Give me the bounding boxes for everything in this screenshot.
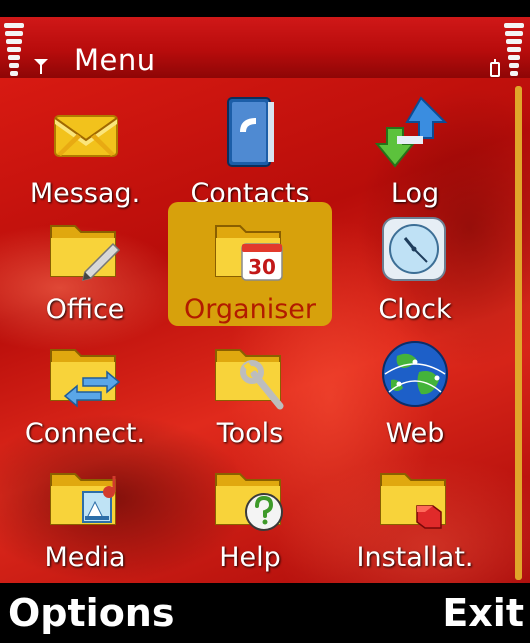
tools-folder-icon — [210, 334, 290, 414]
media-folder-icon — [45, 458, 125, 538]
menu-item-label: Tools — [216, 418, 284, 449]
app-grid: Messag. Contacts Log Office 30 Organiser… — [0, 78, 530, 583]
menu-item-tools[interactable]: Tools — [168, 326, 332, 450]
phone-screen: Menu Messag. Contacts Log Office 30 Orga… — [0, 0, 530, 643]
organiser-folder-icon: 30 — [210, 210, 290, 290]
menu-item-label: Web — [385, 418, 445, 449]
scrollbar[interactable] — [515, 86, 522, 580]
menu-item-label: Help — [219, 542, 281, 573]
top-black-bar — [0, 0, 530, 17]
scrollbar-thumb[interactable] — [515, 86, 522, 580]
menu-item-label: Clock — [378, 294, 452, 325]
menu-item-office[interactable]: Office — [3, 202, 167, 326]
softkey-bar: Options Exit — [0, 583, 530, 643]
menu-item-installations[interactable]: Installat. — [333, 450, 497, 574]
exit-softkey[interactable]: Exit — [442, 591, 524, 635]
menu-item-help[interactable]: Help — [168, 450, 332, 574]
menu-item-log[interactable]: Log — [333, 86, 497, 210]
menu-item-web[interactable]: Web — [333, 326, 497, 450]
menu-item-contacts[interactable]: Contacts — [168, 86, 332, 210]
menu-item-clock[interactable]: Clock — [333, 202, 497, 326]
menu-item-organiser[interactable]: 30 Organiser — [168, 202, 332, 326]
globe-icon — [375, 334, 455, 414]
installations-folder-icon — [375, 458, 455, 538]
office-folder-icon — [45, 210, 125, 290]
menu-item-label: Office — [45, 294, 125, 325]
battery-icon — [490, 59, 500, 77]
battery-level-icon — [502, 23, 524, 79]
menu-item-media[interactable]: Media — [3, 450, 167, 574]
calendar-day-text: 30 — [248, 255, 276, 279]
options-softkey[interactable]: Options — [8, 591, 174, 635]
connectivity-folder-icon — [45, 334, 125, 414]
help-folder-icon — [210, 458, 290, 538]
menu-item-label: Connect. — [24, 418, 146, 449]
antenna-icon — [34, 59, 48, 75]
menu-item-messaging[interactable]: Messag. — [3, 86, 167, 210]
page-title: Menu — [74, 43, 156, 77]
envelope-icon — [45, 94, 125, 174]
log-arrows-icon — [374, 94, 455, 174]
menu-item-label: Organiser — [184, 294, 316, 325]
signal-strength-icon — [4, 23, 26, 79]
menu-item-label: Installat. — [356, 542, 474, 573]
menu-item-connectivity[interactable]: Connect. — [3, 326, 167, 450]
clock-icon — [375, 210, 455, 290]
contacts-book-icon — [210, 94, 290, 174]
status-bar: Menu — [0, 17, 530, 78]
menu-item-label: Media — [44, 542, 126, 573]
